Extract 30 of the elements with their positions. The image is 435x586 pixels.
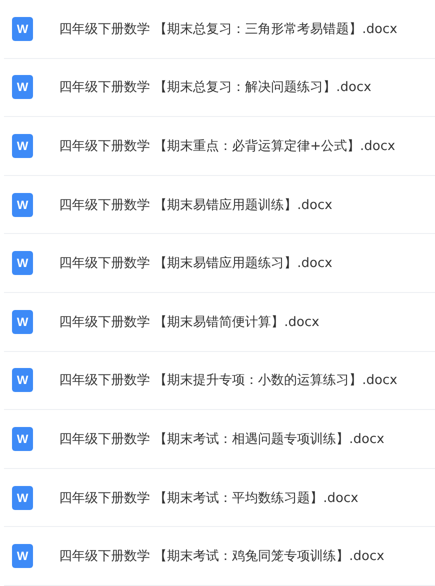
file-name: 四年级下册数学 【期末易错应用题训练】.docx — [59, 196, 332, 214]
file-row[interactable]: W 四年级下册数学 【期末总复习：三角形常考易错题】.docx — [4, 0, 435, 59]
file-row[interactable]: W 四年级下册数学 【期末考试：相遇问题专项训练】.docx — [4, 410, 435, 469]
word-file-icon: W — [12, 368, 33, 392]
file-row[interactable]: W 四年级下册数学 【期末提升专项：小数的运算练习】.docx — [4, 352, 435, 410]
word-file-icon: W — [12, 192, 33, 217]
file-row[interactable]: W 四年级下册数学 【期末易错应用题训练】.docx — [4, 176, 435, 234]
file-name: 四年级下册数学 【期末提升专项：小数的运算练习】.docx — [59, 372, 398, 390]
file-row[interactable]: W 四年级下册数学 【期末总复习：解决问题练习】.docx — [4, 58, 435, 118]
file-name: 四年级下册数学 【期末总复习：解决问题练习】.docx — [59, 79, 372, 96]
file-row[interactable]: W 四年级下册数学 【期末考试：平均数练习题】.docx — [4, 468, 435, 528]
file-name: 四年级下册数学 【期末总复习：三角形常考易错题】.docx — [59, 20, 398, 38]
file-row[interactable]: W 四年级下册数学 【期末易错简便计算】.docx — [4, 292, 435, 352]
word-file-icon: W — [12, 134, 33, 158]
word-file-icon: W — [12, 486, 33, 510]
file-name: 四年级下册数学 【期末易错简便计算】.docx — [59, 314, 320, 331]
file-name: 四年级下册数学 【期末考试：相遇问题专项训练】.docx — [59, 430, 384, 448]
file-row[interactable]: W 四年级下册数学 【期末考试：鸡兔同笼专项训练】.docx — [4, 527, 435, 586]
file-name: 四年级下册数学 【期末考试：鸡兔同笼专项训练】.docx — [59, 548, 384, 566]
file-name: 四年级下册数学 【期末重点：必背运算定律+公式】.docx — [59, 138, 396, 155]
word-file-icon: W — [12, 251, 33, 276]
word-file-icon: W — [12, 310, 33, 334]
word-file-icon: W — [12, 544, 33, 568]
word-file-icon: W — [12, 426, 33, 451]
file-row[interactable]: W 四年级下册数学 【期末易错应用题练习】.docx — [4, 234, 435, 293]
file-name: 四年级下册数学 【期末考试：平均数练习题】.docx — [59, 490, 358, 507]
word-file-icon: W — [12, 16, 33, 41]
word-file-icon: W — [12, 75, 33, 100]
file-name: 四年级下册数学 【期末易错应用题练习】.docx — [59, 255, 332, 272]
file-row[interactable]: W 四年级下册数学 【期末重点：必背运算定律+公式】.docx — [4, 117, 435, 176]
